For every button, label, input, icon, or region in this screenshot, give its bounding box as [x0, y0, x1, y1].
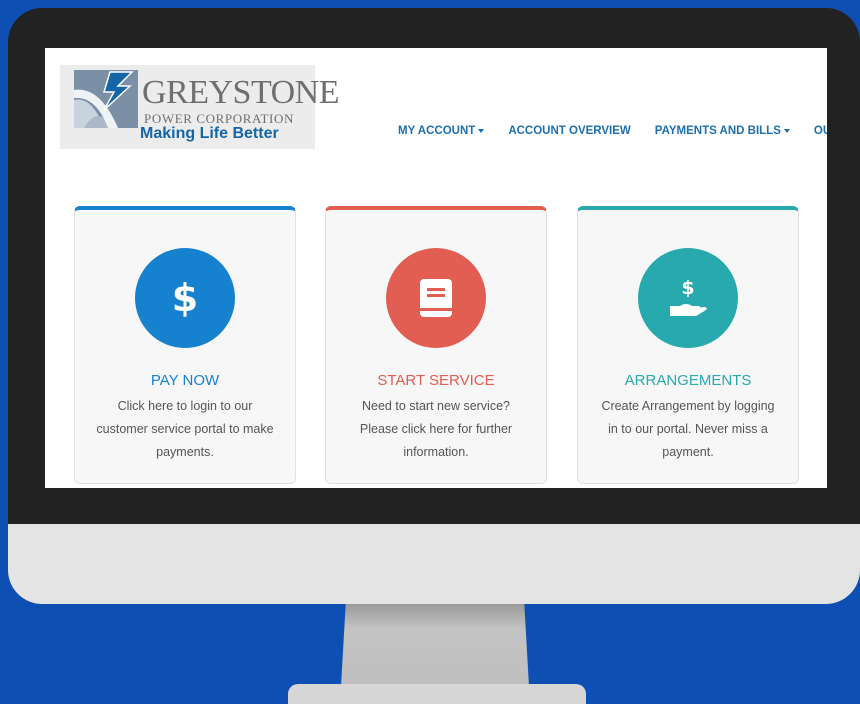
arrangements-card[interactable]: $ ARRANGEMENTS Create Arrangement by log… — [577, 206, 799, 484]
greystone-logo[interactable]: GREYSTONE POWER CORPORATION Making Life … — [60, 65, 340, 149]
main-nav: MY ACCOUNT ACCOUNT OVERVIEW PAYMENTS AND… — [398, 125, 827, 137]
hand-dollar-icon: $ — [638, 248, 738, 348]
monitor-chin — [8, 524, 860, 604]
pay-now-card[interactable]: $ PAY NOW Click here to login to our cus… — [74, 206, 296, 484]
monitor-stand-base — [288, 684, 586, 704]
nav-our-services[interactable]: OUR S — [814, 125, 827, 137]
caret-down-icon — [783, 129, 790, 133]
nav-account-overview[interactable]: ACCOUNT OVERVIEW — [508, 125, 630, 137]
svg-text:$: $ — [681, 277, 694, 299]
card-title: ARRANGEMENTS — [624, 372, 752, 389]
card-description: Click here to login to our customer serv… — [96, 399, 274, 459]
nav-label: PAYMENTS AND BILLS — [654, 125, 781, 137]
nav-payments-and-bills[interactable]: PAYMENTS AND BILLS — [655, 125, 790, 137]
card-title: START SERVICE — [377, 372, 495, 389]
lightning-mountain-logo-icon — [74, 70, 138, 128]
caret-down-icon — [478, 129, 485, 133]
website-screen: GREYSTONE POWER CORPORATION Making Life … — [45, 48, 827, 488]
nav-label: MY ACCOUNT — [398, 125, 476, 137]
nav-label: OUR S — [813, 125, 827, 137]
book-icon — [386, 248, 486, 348]
logo-tagline: Making Life Better — [140, 125, 279, 142]
start-service-card[interactable]: START SERVICE Need to start new service?… — [325, 206, 547, 484]
card-title: PAY NOW — [150, 372, 220, 389]
card-description: Need to start new service? Please click … — [359, 399, 513, 459]
dollar-icon: $ — [135, 248, 235, 348]
monitor-frame: GREYSTONE POWER CORPORATION Making Life … — [8, 8, 860, 604]
nav-my-account[interactable]: MY ACCOUNT — [398, 125, 485, 137]
logo-name: GREYSTONE — [142, 74, 340, 111]
card-description: Create Arrangement by logging in to our … — [601, 399, 775, 459]
nav-label: ACCOUNT OVERVIEW — [508, 125, 631, 137]
